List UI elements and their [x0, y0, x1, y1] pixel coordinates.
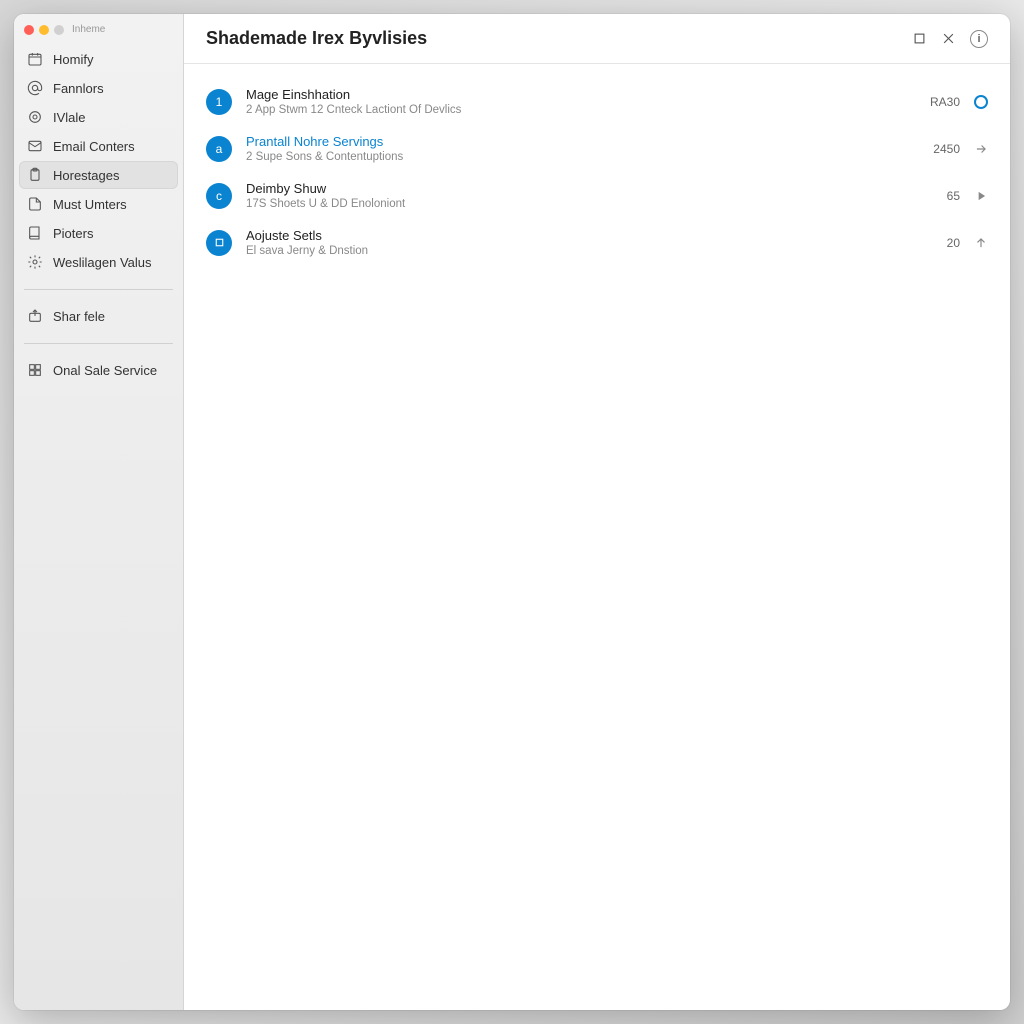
- list-item[interactable]: a Prantall Nohre Servings 2 Supe Sons & …: [206, 125, 988, 172]
- item-text: Mage Einshhation 2 App Stwm 12 Cnteck La…: [246, 87, 906, 116]
- minimize-window-button[interactable]: [39, 25, 49, 35]
- sidebar-item-weslilagen-valus[interactable]: Weslilagen Valus: [19, 248, 178, 276]
- share-icon: [27, 308, 43, 324]
- item-avatar: 1: [206, 89, 232, 115]
- item-subtitle: 2 App Stwm 12 Cnteck Lactiont Of Devlics: [246, 104, 906, 116]
- sidebar-item-label: Fannlors: [53, 81, 104, 96]
- item-meta: RA30: [920, 95, 960, 109]
- nav-list-tertiary: Onal Sale Service: [14, 352, 183, 389]
- main-panel: Shademade Irex Byvlisies i 1 Mage Einshh…: [184, 14, 1010, 1010]
- sidebar-item-label: Homify: [53, 52, 93, 67]
- sidebar-item-label: Must Umters: [53, 197, 127, 212]
- sidebar-item-label: Onal Sale Service: [53, 363, 157, 378]
- nav-list-secondary: Shar fele: [14, 298, 183, 335]
- sidebar-item-label: Email Conters: [53, 139, 135, 154]
- item-text: Deimby Shuw 17S Shoets U & DD Enoloniont: [246, 181, 906, 210]
- item-subtitle: El sava Jerny & Dnstion: [246, 245, 906, 257]
- grid-icon: [27, 362, 43, 378]
- arrow-up-icon[interactable]: [974, 236, 988, 250]
- mail-icon: [27, 138, 43, 154]
- app-window: Inheme Homify Fannlors IVlale Email Cont…: [14, 14, 1010, 1010]
- app-label: Inheme: [72, 24, 105, 35]
- clipboard-icon: [27, 167, 43, 183]
- sidebar-item-fannlors[interactable]: Fannlors: [19, 74, 178, 102]
- item-avatar: [206, 230, 232, 256]
- toggle-icon: [974, 95, 988, 109]
- item-avatar: a: [206, 136, 232, 162]
- item-title: Mage Einshhation: [246, 87, 906, 102]
- item-meta: 20: [920, 236, 960, 250]
- file-icon: [27, 196, 43, 212]
- sidebar-item-label: IVlale: [53, 110, 86, 125]
- list-item[interactable]: 1 Mage Einshhation 2 App Stwm 12 Cnteck …: [206, 78, 988, 125]
- book-icon: [27, 225, 43, 241]
- sidebar-item-homify[interactable]: Homify: [19, 45, 178, 73]
- sidebar-item-pioters[interactable]: Pioters: [19, 219, 178, 247]
- nav-divider: [24, 343, 173, 344]
- info-badge[interactable]: i: [970, 30, 988, 48]
- item-meta: 2450: [920, 142, 960, 156]
- item-title: Deimby Shuw: [246, 181, 906, 196]
- sidebar: Inheme Homify Fannlors IVlale Email Cont…: [14, 14, 184, 1010]
- sidebar-item-label: Shar fele: [53, 309, 105, 324]
- sidebar-item-label: Horestages: [53, 168, 119, 183]
- item-text: Aojuste Setls El sava Jerny & Dnstion: [246, 228, 906, 257]
- sidebar-item-shar-fele[interactable]: Shar fele: [19, 302, 178, 330]
- nav-list-primary: Homify Fannlors IVlale Email Conters Hor…: [14, 41, 183, 281]
- list-item[interactable]: Aojuste Setls El sava Jerny & Dnstion 20: [206, 219, 988, 266]
- sidebar-item-email-conters[interactable]: Email Conters: [19, 132, 178, 160]
- content-list: 1 Mage Einshhation 2 App Stwm 12 Cnteck …: [184, 64, 1010, 280]
- sidebar-item-horestages[interactable]: Horestages: [19, 161, 178, 189]
- sidebar-item-must-umters[interactable]: Must Umters: [19, 190, 178, 218]
- item-text: Prantall Nohre Servings 2 Supe Sons & Co…: [246, 134, 906, 163]
- calendar-icon: [27, 51, 43, 67]
- sidebar-item-label: Weslilagen Valus: [53, 255, 152, 270]
- sidebar-item-onal-sale-service[interactable]: Onal Sale Service: [19, 356, 178, 384]
- header-actions: i: [912, 30, 988, 48]
- play-icon[interactable]: [974, 189, 988, 203]
- header: Shademade Irex Byvlisies i: [184, 14, 1010, 64]
- item-title: Aojuste Setls: [246, 228, 906, 243]
- sidebar-item-label: Pioters: [53, 226, 93, 241]
- maximize-icon[interactable]: [912, 31, 927, 46]
- item-toggle[interactable]: [974, 95, 988, 109]
- close-window-button[interactable]: [24, 25, 34, 35]
- list-item[interactable]: c Deimby Shuw 17S Shoets U & DD Enolonio…: [206, 172, 988, 219]
- at-icon: [27, 80, 43, 96]
- sidebar-item-ivlale[interactable]: IVlale: [19, 103, 178, 131]
- item-title: Prantall Nohre Servings: [246, 134, 906, 149]
- nav-divider: [24, 289, 173, 290]
- item-subtitle: 17S Shoets U & DD Enoloniont: [246, 198, 906, 210]
- item-subtitle: 2 Supe Sons & Contentuptions: [246, 151, 906, 163]
- gear-icon: [27, 254, 43, 270]
- item-avatar: c: [206, 183, 232, 209]
- zoom-window-button[interactable]: [54, 25, 64, 35]
- close-icon[interactable]: [941, 31, 956, 46]
- item-meta: 65: [920, 189, 960, 203]
- traffic-lights: Inheme: [14, 20, 183, 41]
- arrow-right-icon[interactable]: [974, 142, 988, 156]
- circle-icon: [27, 109, 43, 125]
- page-title: Shademade Irex Byvlisies: [206, 28, 427, 49]
